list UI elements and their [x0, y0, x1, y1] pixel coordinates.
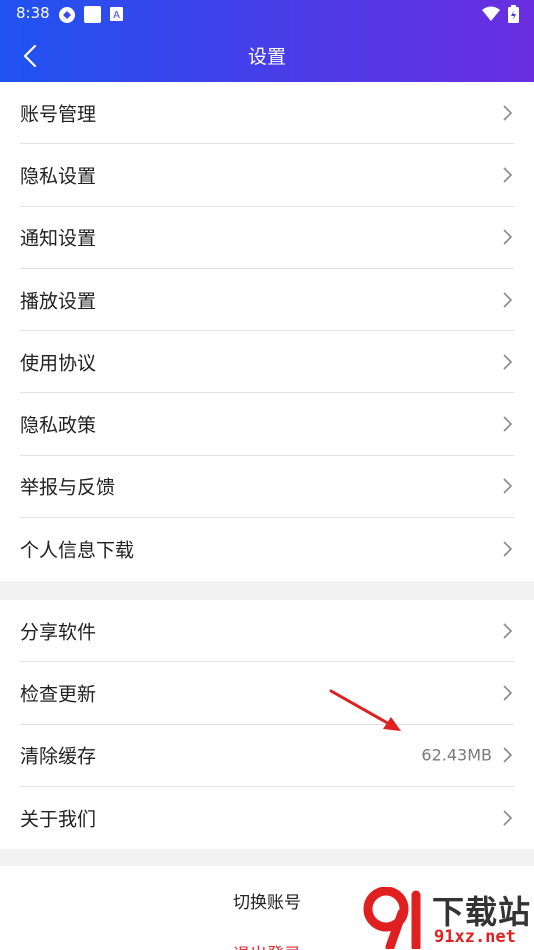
watermark-logo: 下载站 91xz.net [362, 885, 534, 950]
settings-row-privacy-policy[interactable]: 隐私政策 [20, 393, 514, 456]
chevron-right-icon [503, 416, 513, 432]
settings-row-about[interactable]: 关于我们 [20, 787, 514, 849]
watermark-91-logo-icon [363, 887, 421, 949]
chevron-right-icon [503, 354, 513, 370]
chevron-right-icon [503, 810, 513, 826]
svg-text:A: A [113, 10, 120, 21]
settings-group-app: 分享软件 检查更新 清除缓存 62.43MB 关于我们 [0, 600, 534, 849]
app-header: 8:38 A 设置 [0, 0, 534, 82]
battery-icon [508, 5, 519, 27]
page-title: 设置 [247, 46, 286, 68]
chevron-right-icon [503, 105, 513, 121]
row-label: 关于我们 [20, 808, 97, 831]
settings-row-check-update[interactable]: 检查更新 [20, 662, 514, 725]
chevron-right-icon [503, 541, 513, 557]
settings-row-terms[interactable]: 使用协议 [20, 331, 514, 394]
sync-icon [58, 6, 76, 28]
row-label: 隐私设置 [20, 165, 97, 188]
settings-row-clear-cache[interactable]: 清除缓存 62.43MB [20, 725, 514, 787]
wifi-icon [482, 6, 500, 25]
row-label: 检查更新 [20, 683, 97, 706]
annotation-arrow-icon [329, 689, 401, 731]
chevron-right-icon [503, 685, 513, 701]
settings-row-playback[interactable]: 播放设置 [20, 269, 514, 332]
row-label: 隐私政策 [20, 414, 97, 437]
settings-row-account[interactable]: 账号管理 [20, 82, 514, 145]
chevron-right-icon [503, 291, 513, 308]
row-label: 举报与反馈 [20, 476, 116, 499]
chevron-right-icon [503, 167, 513, 183]
cache-size-value: 62.43MB [421, 745, 492, 765]
settings-row-notifications[interactable]: 通知设置 [20, 207, 514, 269]
square-icon [84, 6, 101, 27]
row-label: 个人信息下载 [20, 539, 135, 562]
settings-row-report-feedback[interactable]: 举报与反馈 [20, 456, 514, 519]
row-label: 账号管理 [20, 103, 97, 126]
chevron-right-icon [503, 229, 513, 245]
chevron-right-icon [503, 623, 513, 639]
settings-row-privacy[interactable]: 隐私设置 [20, 144, 514, 207]
status-bar: 8:38 A [0, 0, 534, 28]
status-time: 8:38 [16, 4, 50, 22]
row-label: 清除缓存 [20, 745, 97, 768]
row-label: 通知设置 [20, 227, 97, 250]
row-label: 分享软件 [20, 621, 97, 644]
title-bar: 设置 [0, 28, 534, 82]
a-badge-icon: A [110, 6, 123, 25]
row-label: 使用协议 [20, 352, 97, 375]
settings-row-share-app[interactable]: 分享软件 [20, 600, 514, 663]
row-label: 播放设置 [20, 290, 97, 313]
settings-row-personal-data-download[interactable]: 个人信息下载 [20, 518, 514, 580]
chevron-right-icon [503, 747, 513, 763]
chevron-right-icon [503, 478, 513, 494]
watermark-url: 91xz.net [434, 927, 516, 947]
settings-group-main: 账号管理 隐私设置 通知设置 播放设置 使用协议 隐私政策 举报与反馈 个人信息… [0, 82, 534, 581]
